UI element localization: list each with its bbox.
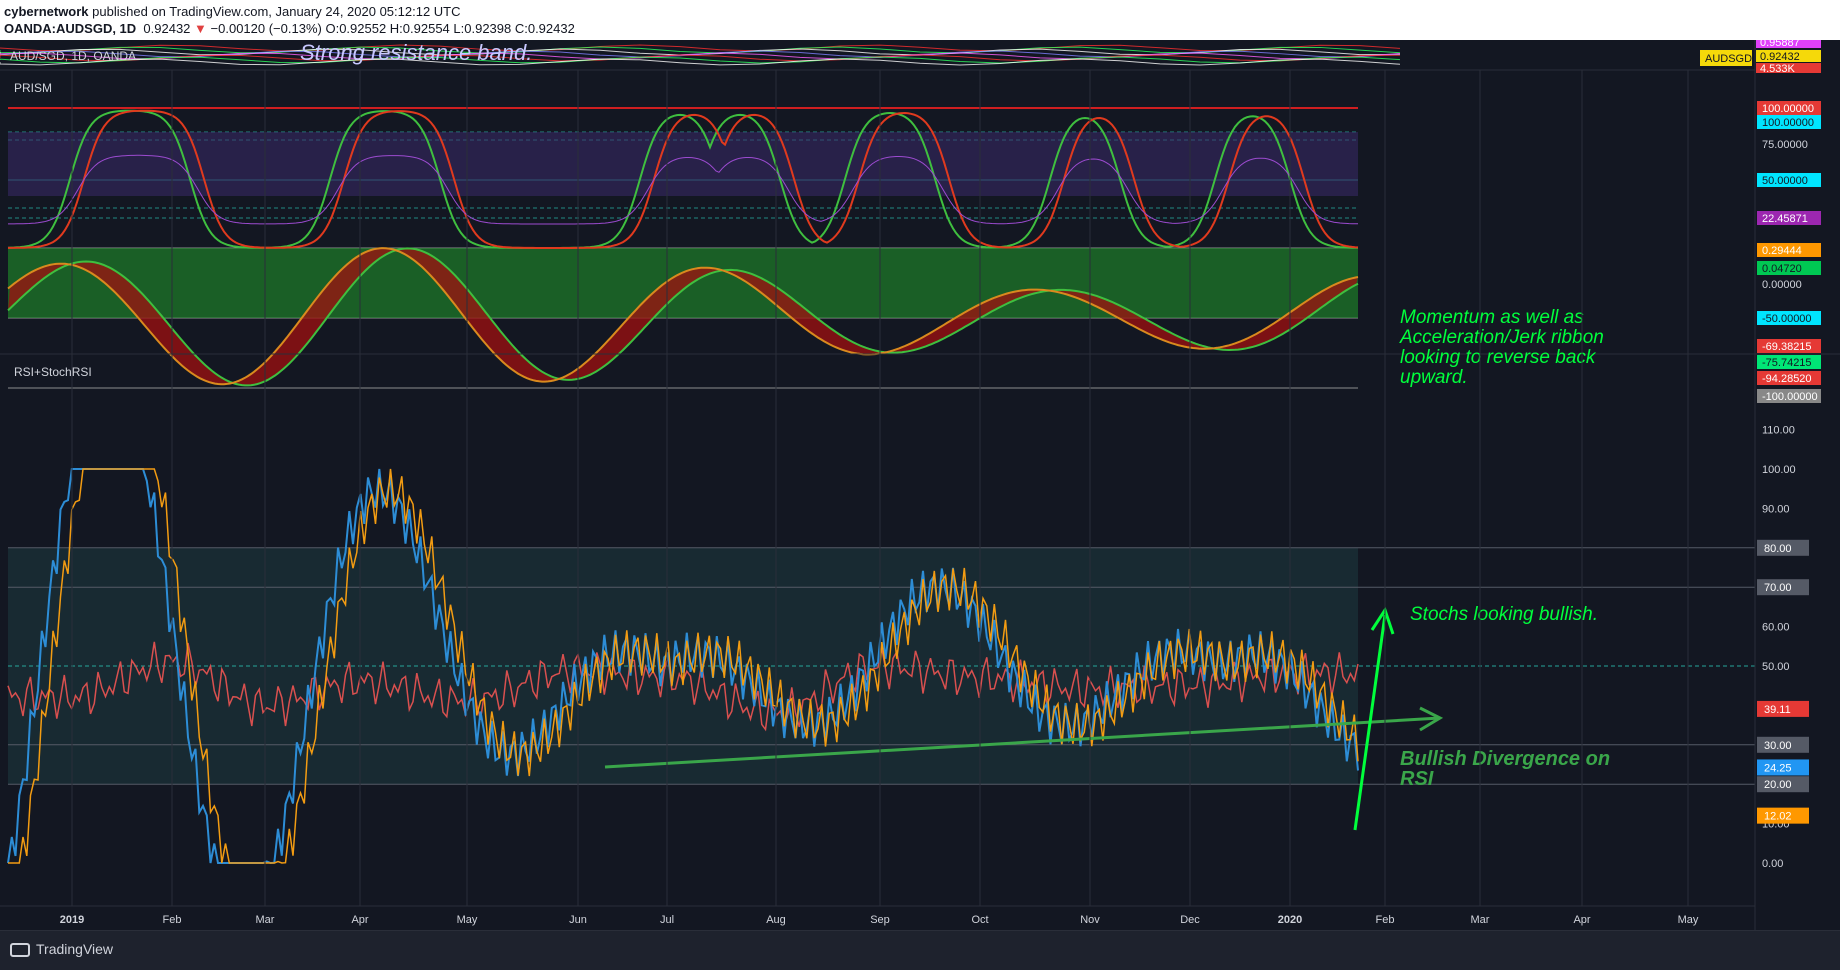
momentum-annotation-line2: Acceleration/Jerk ribbon: [1399, 327, 1604, 348]
prism-scale-label: -75.74215: [1762, 357, 1812, 369]
publish-header: cybernetwork published on TradingView.co…: [0, 0, 1840, 40]
prism-band: [8, 132, 1358, 196]
rsi-scale-badge-label: 20.00: [1764, 779, 1792, 791]
x-axis-label: Feb: [163, 914, 182, 926]
chart-area[interactable]: AUD/SGD, 1D, OANDA Strong resistance ban…: [0, 36, 1840, 930]
author-name[interactable]: cybernetwork: [4, 4, 89, 19]
footer: TradingView: [0, 930, 1840, 970]
x-axis-label: Oct: [971, 914, 988, 926]
momentum-annotation-line4: upward.: [1400, 367, 1468, 388]
x-axis-label: Jul: [660, 914, 674, 926]
rsi-scale-badge-label: 24.25: [1764, 762, 1792, 774]
stochs-annotation: Stochs looking bullish.: [1410, 604, 1598, 625]
prism-scale-label: 100.00000: [1762, 117, 1814, 129]
rsi-scale-tick: 60.00: [1762, 622, 1790, 634]
price-change: −0.00120 (−0.13%): [210, 21, 322, 36]
prism-scale-label: 0.04720: [1762, 263, 1802, 275]
chart-svg[interactable]: AUD/SGD, 1D, OANDA Strong resistance ban…: [0, 36, 1840, 930]
top-symbol-label: AUD/SGD, 1D, OANDA: [10, 49, 136, 63]
publish-info: published on TradingView.com, January 24…: [92, 4, 461, 19]
prism-scale-label: 100.00000: [1762, 103, 1814, 115]
symbol-info: OANDA:AUDSGD, 1D: [4, 21, 137, 36]
rsi-scale-badge-label: 70.00: [1764, 582, 1792, 594]
x-axis: 2019 Feb Mar Apr May Jun Jul Aug Sep Oct Nov Dec 202…: [60, 70, 1699, 926]
momentum-annotation-line1: Momentum as well as: [1400, 307, 1584, 328]
x-axis-label: Apr: [1573, 914, 1590, 926]
down-arrow-icon: ▼: [194, 21, 207, 36]
x-axis-label: Jun: [569, 914, 587, 926]
rsi-scale-tick: 100.00: [1762, 464, 1796, 476]
x-axis-label: Nov: [1080, 914, 1100, 926]
rsi-scale-tick: 0.00: [1762, 858, 1783, 870]
top-badge-3-text: 4.533K: [1760, 63, 1796, 75]
prism-scale-label: 0.29444: [1762, 245, 1802, 257]
prism-scale-label: 50.00000: [1762, 175, 1808, 187]
divergence-annotation-line2: RSI: [1400, 768, 1434, 790]
rsi-scale-tick: 110.00: [1762, 425, 1795, 437]
x-axis-label: 2020: [1278, 914, 1302, 926]
rsi-scale-badge-label: 12.02: [1764, 811, 1792, 823]
momentum-annotation-line3: looking to reverse back: [1400, 347, 1597, 368]
x-axis-label: Feb: [1376, 914, 1395, 926]
prism-scale: 100.00000 100.00000 75.00000 50.00000 22.458…: [1757, 101, 1821, 403]
top-badge-2-text: 0.92432: [1760, 51, 1800, 63]
prism-scale-label: 22.45871: [1762, 213, 1808, 225]
rsi-scale-tick: 90.00: [1762, 503, 1790, 515]
resistance-annotation: Strong resistance band.: [300, 40, 532, 65]
top-badge-1-text: 0.95887: [1760, 40, 1800, 49]
x-axis-label: Mar: [256, 914, 275, 926]
rsi-scale-badge-label: 39.11: [1764, 704, 1791, 716]
last-price: 0.92432: [143, 21, 191, 36]
rsi-scale: 110.00100.0090.0080.0070.0060.0050.0040.…: [1757, 425, 1809, 870]
x-axis-label: May: [457, 914, 478, 926]
symbol-tag-text: AUDSGD: [1705, 53, 1752, 65]
footer-brand: TradingView: [36, 941, 114, 957]
tradingview-logo[interactable]: TradingView: [10, 941, 113, 957]
rsi-scale-badge-label: 80.00: [1764, 543, 1792, 555]
prism-scale-label: -100.00000: [1762, 391, 1818, 403]
prism-scale-label: -69.38215: [1762, 341, 1812, 353]
x-axis-label: Dec: [1180, 914, 1200, 926]
x-axis-label: 2019: [60, 914, 84, 926]
x-axis-label: Apr: [351, 914, 368, 926]
x-axis-label: Aug: [766, 914, 786, 926]
prism-title: PRISM: [14, 81, 52, 95]
prism-scale-label: -50.00000: [1762, 313, 1812, 325]
x-axis-label: Sep: [870, 914, 890, 926]
x-axis-label: May: [1678, 914, 1699, 926]
rsi-title: RSI+StochRSI: [14, 365, 92, 379]
divergence-annotation-line1: Bullish Divergence on: [1400, 748, 1610, 770]
prism-scale-label: 0.00000: [1762, 279, 1802, 291]
rsi-scale-badge-label: 30.00: [1764, 740, 1792, 752]
prism-scale-label: -94.28520: [1762, 373, 1812, 385]
tradingview-logo-icon: [10, 943, 30, 957]
prism-scale-label: 75.00000: [1762, 139, 1808, 151]
ohlc-values: O:0.92552 H:0.92554 L:0.92398 C:0.92432: [325, 21, 575, 36]
x-axis-label: Mar: [1471, 914, 1490, 926]
rsi-scale-tick: 50.00: [1762, 661, 1790, 673]
